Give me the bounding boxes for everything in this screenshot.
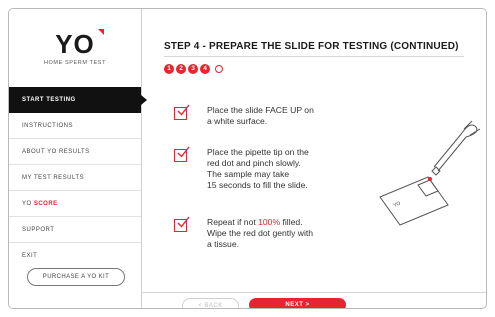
sidebar-item-label: ABOUT YO RESULTS [22,149,90,155]
sidebar-item-about-results[interactable]: ABOUT YO RESULTS [9,139,141,165]
sidebar-item-exit[interactable]: EXIT [9,243,141,269]
instruction-text: Repeat if not 100% filled. Wipe the red … [207,217,377,250]
checkbox-icon [174,104,190,120]
step-dot-1[interactable]: 1 [164,64,174,74]
checkbox-icon [174,146,190,162]
slide-label: YO [393,201,402,209]
sidebar: YO HOME SPERM TEST START TESTING INSTRUC… [9,9,147,308]
footer-divider [142,292,486,293]
pipette-on-slide-illustration: YO [372,119,482,229]
step-dot-3[interactable]: 3 [188,64,198,74]
sidebar-item-label: INSTRUCTIONS [22,123,73,129]
instruction-highlight: 100% [258,217,281,227]
logo-mark-icon [97,29,104,35]
yo-logo: YO [55,29,104,59]
sidebar-item-instructions[interactable]: INSTRUCTIONS [9,113,141,139]
instruction-text: Place the slide FACE UP on a white surfa… [207,105,314,126]
next-button[interactable]: NEXT > [249,298,346,308]
step-dot-4[interactable]: 4 [200,64,210,74]
sidebar-item-yo-score[interactable]: YO SCORE [9,191,141,217]
instruction-text: Place the pipette tip on the red dot and… [207,147,309,190]
instruction-text-part: Repeat if not [207,217,259,227]
step-indicator: 1 2 3 4 [164,64,223,74]
sidebar-item-label: MY TEST RESULTS [22,175,85,181]
sidebar-item-support[interactable]: SUPPORT [9,217,141,243]
sidebar-nav: START TESTING INSTRUCTIONS ABOUT YO RESU… [9,87,147,269]
main-content: STEP 4 - PREPARE THE SLIDE FOR TESTING (… [142,9,486,308]
brand-logo: YO HOME SPERM TEST [9,29,141,66]
app-window: YO HOME SPERM TEST START TESTING INSTRUC… [8,8,487,309]
step-dot-2[interactable]: 2 [176,64,186,74]
checkbox-icon [174,216,190,232]
sidebar-item-label: START TESTING [22,97,76,103]
page-title: STEP 4 - PREPARE THE SLIDE FOR TESTING (… [164,41,459,52]
purchase-kit-button[interactable]: PURCHASE A YO KIT [27,268,125,286]
step-dot-current-substep [215,65,223,73]
brand-tagline: HOME SPERM TEST [43,60,107,66]
sidebar-item-label: EXIT [22,253,38,259]
sidebar-item-start-testing[interactable]: START TESTING [9,87,147,113]
sidebar-item-label-prefix: YO [22,201,32,207]
sidebar-item-label-score: SCORE [33,201,58,207]
logo-text: YO [55,29,95,59]
sidebar-item-label: SUPPORT [22,227,55,233]
sidebar-item-my-test-results[interactable]: MY TEST RESULTS [9,165,141,191]
title-divider [164,56,464,57]
back-button[interactable]: < BACK [182,298,239,308]
